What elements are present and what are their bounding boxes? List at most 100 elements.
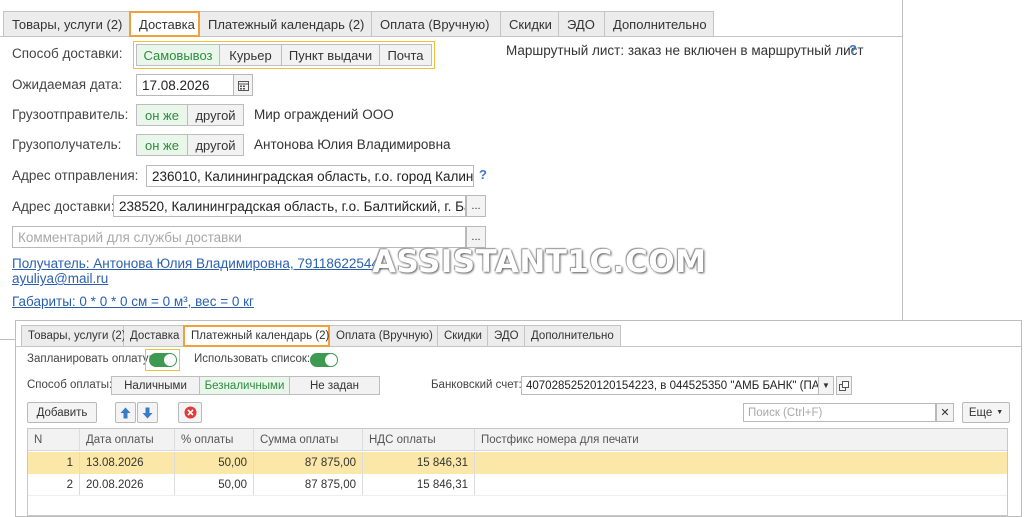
shipper-name: Мир ограждений ООО — [254, 107, 394, 122]
tab-edo[interactable]: ЭДО — [559, 11, 605, 37]
chevron-down-icon: ▼ — [996, 409, 1004, 416]
delivery-method-selector: Самовывоз Курьер Пункт выдачи Почта — [133, 41, 435, 69]
delivery-option-pickup-point[interactable]: Пункт выдачи — [282, 44, 380, 66]
payment-percent: 50,00 — [175, 474, 254, 495]
bank-account-open-button[interactable] — [836, 376, 852, 395]
tab-delivery[interactable]: Доставка — [124, 325, 184, 347]
bottom-tabs: Товары, услуги (2) Доставка Платежный ка… — [21, 325, 621, 347]
bank-account-dropdown[interactable]: ▼ — [818, 376, 834, 395]
column-header-n[interactable]: N — [28, 429, 80, 450]
payment-option-unset[interactable]: Не задан — [290, 376, 380, 395]
route-sheet-status: Маршрутный лист: заказ не включен в марш… — [506, 43, 864, 58]
search-clear-button[interactable]: ✕ — [936, 403, 954, 422]
column-header-percent[interactable]: % оплаты — [175, 429, 254, 450]
bank-account-input[interactable]: 40702852520120154223, в 044525350 "АМБ Б… — [521, 376, 819, 395]
expected-date-input[interactable]: 17.08.2026 — [136, 74, 234, 96]
help-icon[interactable]: ? — [849, 42, 857, 57]
delivery-address-label: Адрес доставки: — [12, 199, 115, 214]
payment-date: 13.08.2026 — [80, 452, 175, 474]
dropdown-icon: ▼ — [822, 381, 830, 390]
payment-method-selector: Наличными Безналичными Не задан — [111, 376, 380, 395]
top-tabs: Товары, услуги (2) Доставка Платежный ка… — [3, 11, 714, 37]
dimensions-link[interactable]: Габариты: 0 * 0 * 0 см = 0 м³, вес = 0 к… — [12, 294, 254, 309]
tab-payment-calendar[interactable]: Платежный календарь (2) — [200, 11, 372, 37]
delete-button[interactable] — [178, 402, 202, 423]
add-button[interactable]: Добавить — [27, 402, 97, 423]
print-postfix — [475, 452, 1007, 474]
origin-address-label: Адрес отправления: — [12, 168, 139, 183]
use-list-label: Использовать список: — [194, 353, 311, 365]
payment-amount: 87 875,00 — [254, 474, 363, 495]
payment-option-cash[interactable]: Наличными — [111, 376, 200, 395]
table-row[interactable]: 2 20.08.2026 50,00 87 875,00 15 846,31 — [28, 474, 1007, 496]
tab-payment-manual[interactable]: Оплата (Вручную) — [330, 325, 438, 347]
tab-payment-calendar[interactable]: Платежный календарь (2) — [183, 325, 330, 347]
move-down-button[interactable] — [137, 402, 158, 423]
arrow-down-icon — [142, 407, 153, 418]
delete-icon — [184, 406, 196, 419]
row-number: 1 — [28, 452, 80, 474]
tab-payment-manual[interactable]: Оплата (Вручную) — [372, 11, 501, 37]
table-header: N Дата оплаты % оплаты Сумма оплаты НДС … — [28, 429, 1007, 451]
recipient-link[interactable]: Получатель: Антонова Юлия Владимировна, … — [12, 256, 383, 271]
payment-date: 20.08.2026 — [80, 474, 175, 495]
column-header-amount[interactable]: Сумма оплаты — [254, 429, 363, 450]
payment-percent: 50,00 — [175, 452, 254, 474]
print-postfix — [475, 474, 1007, 495]
tab-delivery[interactable]: Доставка — [129, 11, 200, 37]
tab-products[interactable]: Товары, услуги (2) — [21, 325, 126, 347]
expected-date-label: Ожидаемая дата: — [12, 77, 123, 92]
recipient-email-link[interactable]: ayuliya@mail.ru — [12, 271, 108, 286]
plan-payment-toggle[interactable] — [149, 353, 177, 367]
more-button[interactable]: Еще ▼ — [962, 402, 1010, 423]
row-number: 2 — [28, 474, 80, 495]
tab-discounts[interactable]: Скидки — [438, 325, 488, 347]
delivery-option-mail[interactable]: Почта — [380, 44, 432, 66]
calendar-icon — [237, 80, 249, 91]
search-input[interactable]: Поиск (Ctrl+F) — [743, 403, 936, 422]
tab-products[interactable]: Товары, услуги (2) — [3, 11, 130, 37]
payment-amount: 87 875,00 — [254, 452, 363, 474]
open-icon — [839, 380, 849, 391]
delivery-panel: Товары, услуги (2) Доставка Платежный ка… — [0, 0, 903, 340]
table-row[interactable]: 1 13.08.2026 50,00 87 875,00 15 846,31 — [28, 452, 1007, 474]
column-header-postfix[interactable]: Постфикс номера для печати — [475, 429, 1007, 450]
shipper-other-option[interactable]: другой — [188, 104, 244, 126]
tab-additional[interactable]: Дополнительно — [525, 325, 621, 347]
tab-discounts[interactable]: Скидки — [501, 11, 559, 37]
more-button-label: Еще — [968, 406, 993, 419]
consignee-other-option[interactable]: другой — [188, 134, 244, 156]
use-list-toggle[interactable] — [310, 353, 338, 367]
payment-option-cashless[interactable]: Безналичными — [200, 376, 290, 395]
delivery-option-courier[interactable]: Курьер — [220, 44, 282, 66]
payment-vat: 15 846,31 — [363, 452, 475, 474]
arrow-up-icon — [120, 407, 131, 418]
origin-address-input[interactable]: 236010, Калининградская область, г.о. го… — [146, 165, 474, 187]
delivery-method-label: Способ доставки: — [12, 46, 123, 61]
delivery-option-pickup[interactable]: Самовывоз — [136, 44, 220, 66]
column-header-date[interactable]: Дата оплаты — [80, 429, 175, 450]
shipper-label: Грузоотправитель: — [12, 107, 129, 122]
payment-method-label: Способ оплаты: — [27, 379, 113, 391]
consignee-same-option[interactable]: он же — [136, 134, 188, 156]
payment-schedule-table: N Дата оплаты % оплаты Сумма оплаты НДС … — [27, 428, 1008, 516]
column-header-vat[interactable]: НДС оплаты — [363, 429, 475, 450]
payment-vat: 15 846,31 — [363, 474, 475, 495]
watermark: ASSISTANT1C.COM — [372, 244, 707, 280]
delivery-address-input[interactable]: 238520, Калининградская область, г.о. Ба… — [113, 195, 466, 217]
plan-payment-label: Запланировать оплату: — [27, 353, 152, 365]
consignee-name: Антонова Юлия Владимировна — [254, 137, 451, 152]
clear-icon: ✕ — [940, 407, 950, 419]
help-icon[interactable]: ? — [479, 167, 487, 182]
tab-edo[interactable]: ЭДО — [488, 325, 525, 347]
tab-additional[interactable]: Дополнительно — [605, 11, 714, 37]
move-up-button[interactable] — [115, 402, 136, 423]
shipper-selector: он же другой — [136, 104, 244, 126]
consignee-selector: он же другой — [136, 134, 244, 156]
shipper-same-option[interactable]: он же — [136, 104, 188, 126]
consignee-label: Грузополучатель: — [12, 137, 122, 152]
payment-calendar-panel: Товары, услуги (2) Доставка Платежный ка… — [15, 320, 1022, 517]
calendar-button[interactable] — [233, 74, 253, 96]
delivery-address-select-button[interactable]: ... — [466, 195, 486, 217]
bank-account-label: Банковский счет: — [431, 379, 522, 391]
